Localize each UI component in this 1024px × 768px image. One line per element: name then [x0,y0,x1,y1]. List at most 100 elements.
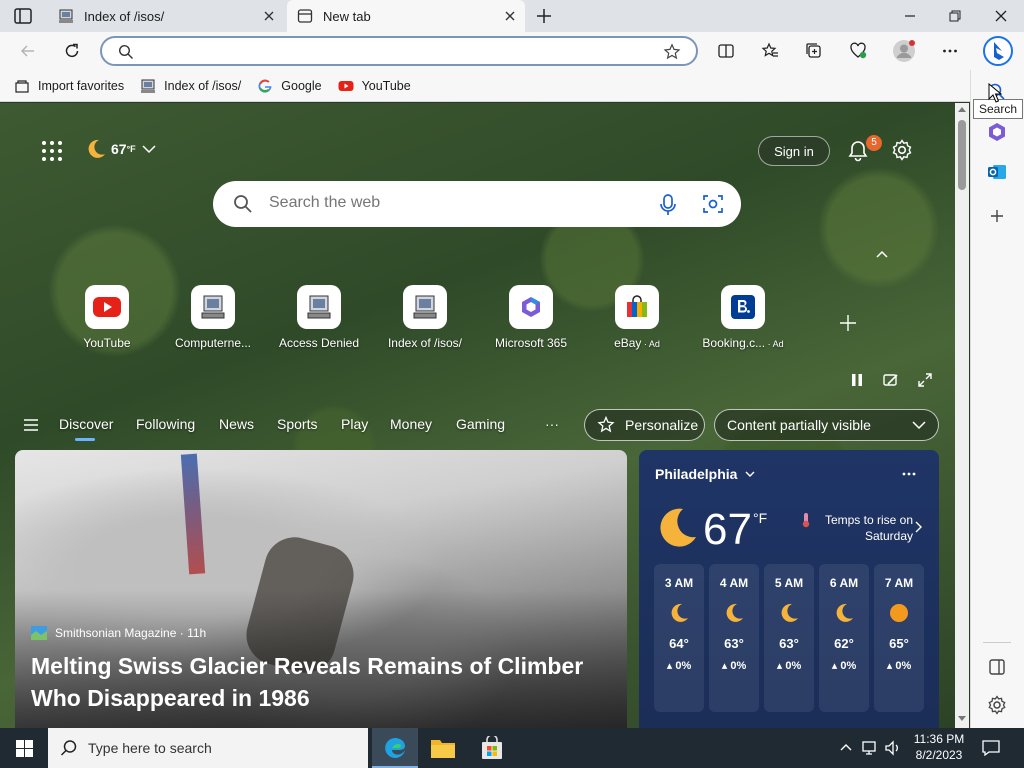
tab-actions-icon[interactable] [14,8,32,24]
favorites-icon[interactable] [761,42,779,60]
sidebar-settings-gear-icon[interactable] [987,695,1007,715]
favorite-youtube[interactable]: YouTube [338,78,411,94]
forecast-precip: 0% [840,660,857,672]
quicklink-index-isos[interactable]: Index of /isos/ [372,285,478,350]
quicklink-label: Booking.c... [702,336,766,350]
personalize-button[interactable]: Personalize [584,409,705,441]
weather-temp: 67 [111,141,127,157]
droplet-icon: ▴ [666,660,673,672]
scroll-up-arrow-icon[interactable] [958,106,966,112]
feed-tab-gaming[interactable]: Gaming [456,416,505,432]
active-tab-indicator [75,438,95,441]
network-icon[interactable] [862,740,880,756]
shopping-bag-icon [615,285,659,329]
feed-more-button[interactable]: ··· [545,416,559,432]
restore-icon[interactable] [947,8,963,24]
show-hidden-icons-chevron-icon[interactable] [840,743,852,751]
notification-center-icon[interactable] [982,739,1000,757]
news-source[interactable]: Smithsonian Magazine · 11h [31,626,206,640]
refresh-icon[interactable] [63,42,81,60]
system-clock[interactable]: 11:36 PM 8/2/2023 [908,731,970,763]
add-quicklink-plus-icon[interactable] [838,313,858,333]
scroll-thumb[interactable] [958,120,966,190]
news-source-label: Smithsonian Magazine · 11h [55,626,207,640]
file-explorer-icon[interactable] [430,736,456,760]
scroll-down-arrow-icon[interactable] [958,716,966,722]
taskbar-edge-button[interactable] [372,728,418,768]
feed-tab-news[interactable]: News [219,416,254,432]
taskbar-search-box[interactable]: Type here to search [48,728,368,768]
page-scrollbar[interactable] [955,103,969,728]
address-input[interactable] [148,42,628,60]
app-launcher-icon[interactable] [41,140,63,162]
back-icon[interactable] [19,42,37,60]
weather-summary[interactable]: 67 °F [85,138,156,160]
microsoft-store-icon[interactable] [480,736,504,760]
web-search-input[interactable] [269,194,629,212]
new-tab-plus-icon[interactable] [535,7,553,25]
quicklink-booking[interactable]: Booking.c... · Ad [690,285,796,350]
weather-note: Temps to rise on Saturday [824,513,913,543]
sign-in-button[interactable]: Sign in [758,136,830,166]
favorite-import[interactable]: Import favorites [14,78,124,94]
chevron-right-icon[interactable] [915,521,923,533]
feed-tab-sports[interactable]: Sports [277,416,317,432]
quicklink-access-denied[interactable]: Access Denied [266,285,372,350]
close-window-icon[interactable] [993,8,1009,24]
favorite-google[interactable]: Google [257,78,322,94]
moon-icon [723,602,745,624]
moon-icon [668,602,690,624]
close-tab-icon[interactable] [503,9,517,23]
tab-new-tab[interactable]: New tab [287,0,525,32]
content-visibility-dropdown[interactable]: Content partially visible [714,409,939,441]
weather-card[interactable]: Philadelphia 67 °F Temps to rise on Satu… [639,450,939,728]
news-headline[interactable]: Melting Swiss Glacier Reveals Remains of… [31,650,591,714]
feed-tab-discover[interactable]: Discover [59,416,113,432]
customize-background-icon[interactable] [883,373,899,387]
feed-tab-play[interactable]: Play [341,416,368,432]
microphone-icon[interactable] [660,194,676,216]
address-bar[interactable] [100,36,698,66]
hamburger-menu-icon[interactable] [23,418,39,432]
pause-background-icon[interactable] [850,373,864,387]
moon-icon [778,602,800,624]
profile-avatar-icon[interactable] [892,39,916,63]
windows-taskbar: Type here to search 11:36 PM 8/2/2023 [0,728,1024,768]
feed-tab-following[interactable]: Following [136,416,195,432]
favorite-index-isos[interactable]: Index of /isos/ [140,78,241,94]
news-card[interactable]: Smithsonian Magazine · 11h Melting Swiss… [15,450,627,728]
collapse-chevron-icon[interactable] [875,249,889,259]
quicklink-youtube[interactable]: YouTube [54,285,160,350]
more-options-icon[interactable] [941,42,959,60]
forecast-temp: 63° [779,636,799,651]
feed-tab-money[interactable]: Money [390,416,432,432]
feed-navigation: Discover Following News Sports Play Mone… [0,403,955,447]
web-search-box[interactable] [213,181,741,227]
browser-essentials-icon[interactable] [849,42,867,60]
settings-gear-icon[interactable] [891,139,913,161]
volume-icon[interactable] [884,740,902,756]
forecast-temp: 62° [834,636,854,651]
minimize-icon[interactable] [902,8,918,24]
hide-sidebar-icon[interactable] [987,657,1007,677]
favorite-label: Google [281,78,322,93]
add-sidebar-app-plus-icon[interactable] [987,206,1007,226]
quicklink-ebay[interactable]: eBay · Ad [584,285,690,350]
visual-search-icon[interactable] [703,194,723,214]
moon-icon [85,138,107,160]
expand-icon[interactable] [918,373,932,387]
quicklink-microsoft-365[interactable]: Microsoft 365 [478,285,584,350]
sun-icon [888,602,910,624]
split-screen-icon[interactable] [717,42,735,60]
favorite-star-icon[interactable] [663,43,681,61]
windows-start-icon[interactable] [16,740,33,757]
close-tab-icon[interactable] [262,9,276,23]
outlook-icon[interactable] [987,162,1007,182]
weather-more-icon[interactable] [902,472,916,476]
quicklink-computernet[interactable]: Computerne... [160,285,266,350]
tab-index-isos[interactable]: Index of /isos/ [48,0,284,32]
microsoft-365-icon[interactable] [987,122,1007,142]
collections-icon[interactable] [805,42,823,60]
weather-location[interactable]: Philadelphia [655,466,755,482]
copilot-icon[interactable] [982,35,1014,67]
